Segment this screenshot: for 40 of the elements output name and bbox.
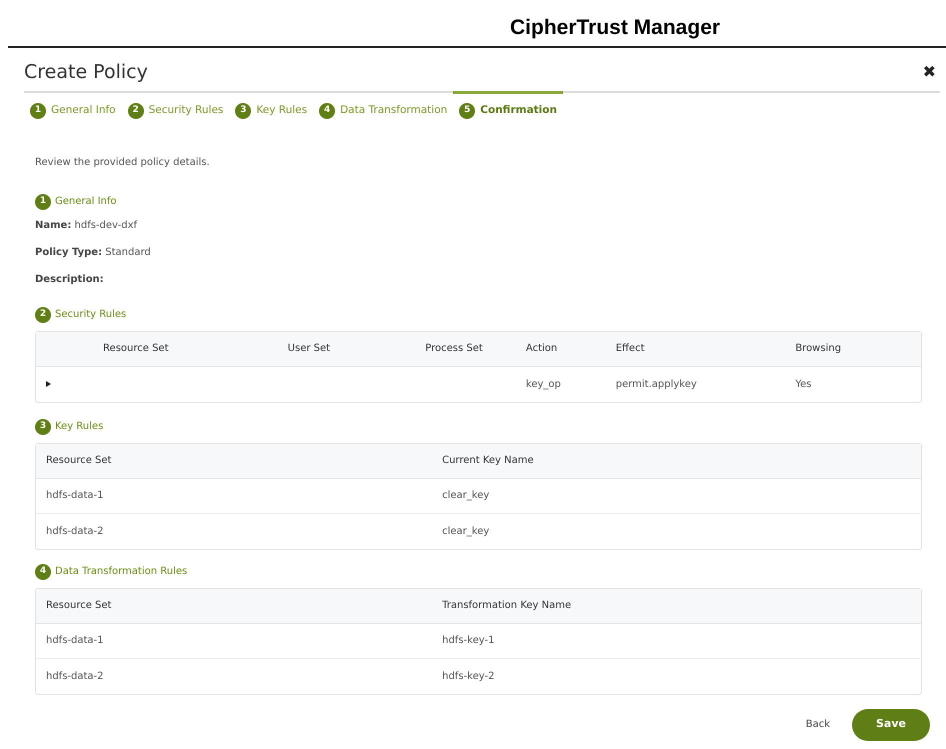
step-tab[interactable]: 2 Security Rules bbox=[122, 90, 230, 118]
app-title: CipherTrust Manager bbox=[509, 15, 722, 40]
expand-caret-icon[interactable] bbox=[46, 380, 51, 387]
table-cell: permit.applykey bbox=[616, 378, 697, 390]
field-text: Description: bbox=[35, 272, 105, 286]
field-text: Name: hdfs-dev-dxf bbox=[35, 218, 138, 232]
column-header: Resource Set bbox=[45, 599, 112, 613]
step-tab[interactable]: 1 General Info bbox=[24, 90, 122, 118]
column-header: Browsing bbox=[794, 342, 842, 356]
column-header: Transformation Key Name bbox=[441, 599, 572, 613]
close-button[interactable]: ✖ bbox=[922, 60, 936, 84]
table-cell: hdfs-key-2 bbox=[442, 670, 494, 682]
table-cell: key_op bbox=[526, 378, 561, 390]
column-header: Resource Set bbox=[45, 454, 112, 468]
table-cell: hdfs-data-2 bbox=[46, 526, 104, 536]
step-tab[interactable]: 4 Data Transformation bbox=[313, 90, 454, 118]
table-cell: Yes bbox=[795, 378, 812, 390]
table-cell: hdfs-data-1 bbox=[46, 635, 104, 646]
save-button[interactable]: Save bbox=[852, 708, 930, 740]
step-tab[interactable]: 3 Key Rules bbox=[229, 90, 314, 118]
field-text: Policy Type: Standard bbox=[35, 246, 152, 260]
section-heading: 3 Key Rules bbox=[35, 418, 946, 434]
section-heading: 4 Data Transformation Rules bbox=[35, 564, 946, 580]
section-heading: 1 General Info bbox=[35, 194, 946, 210]
table-cell: hdfs-data-2 bbox=[46, 670, 104, 682]
table-cell: clear_key bbox=[442, 490, 490, 501]
intro-text: Review the provided policy details. bbox=[35, 156, 211, 170]
column-header: Current Key Name bbox=[441, 454, 535, 468]
column-header: Process Set bbox=[424, 342, 484, 356]
table-cell: hdfs-data-1 bbox=[46, 490, 104, 501]
step-tab[interactable]: 5 Confirmation bbox=[453, 90, 563, 118]
column-header: Action bbox=[524, 342, 558, 356]
section-heading: 2 Security Rules bbox=[35, 306, 946, 322]
column-header: Effect bbox=[614, 342, 646, 356]
table-cell: hdfs-key-1 bbox=[442, 635, 494, 646]
table-cell: clear_key bbox=[442, 526, 490, 536]
column-header: User Set bbox=[286, 342, 332, 356]
dialog-title: Create Policy bbox=[24, 60, 148, 85]
column-header: Resource Set bbox=[102, 342, 170, 356]
back-button[interactable]: Back bbox=[800, 716, 836, 733]
